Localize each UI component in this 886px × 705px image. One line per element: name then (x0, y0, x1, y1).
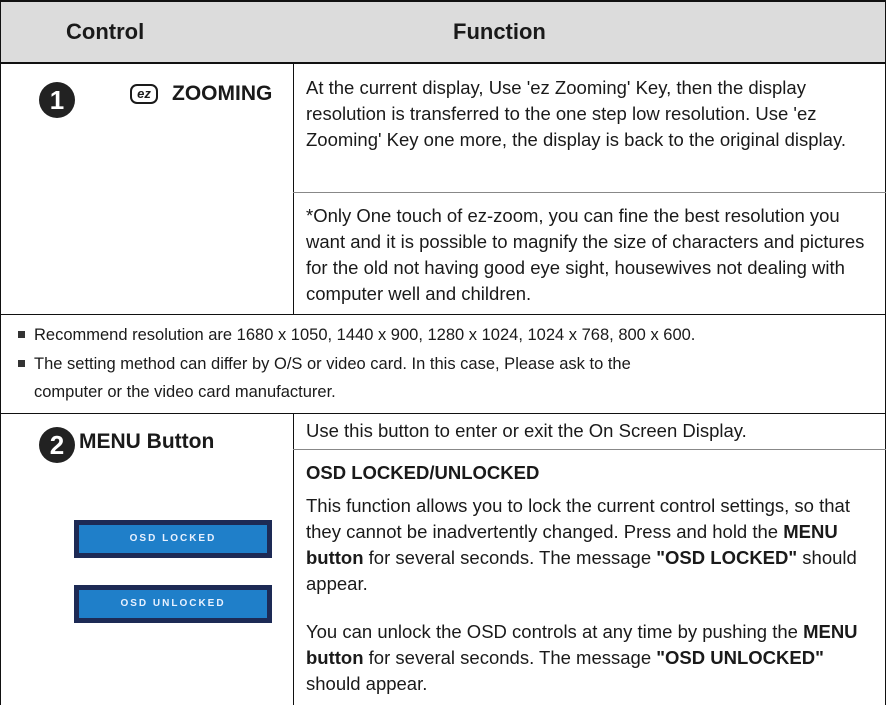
menu-intro: Use this button to enter or exit the On … (306, 420, 747, 441)
header-function: Function (453, 19, 546, 44)
note-setting-method-text: The setting method can differ by O/S or … (34, 355, 631, 373)
osd-lock-paragraph: This function allows you to lock the cur… (306, 495, 857, 594)
osd-locked-display: OSD LOCKED (74, 520, 272, 558)
section-divider (0, 314, 886, 315)
note-setting-method: The setting method can differ by O/S or … (18, 352, 631, 377)
ez-zoom-icon: ez (130, 84, 158, 104)
zoom-note: *Only One touch of ez-zoom, you can fine… (306, 205, 865, 304)
control-menu-button: MENU Button (79, 430, 215, 453)
note-resolution: Recommend resolution are 1680 x 1050, 14… (18, 323, 695, 348)
step-number-2: 2 (39, 427, 75, 463)
notes-divider (0, 413, 886, 414)
step-number-1: 1 (39, 82, 75, 118)
row-divider-1 (293, 192, 886, 193)
control-zooming: ZOOMING (172, 82, 273, 105)
osd-unlock-paragraph: You can unlock the OSD controls at any t… (306, 621, 858, 694)
row-divider-2 (293, 449, 886, 450)
osd-unlocked-display: OSD UNLOCKED (74, 585, 272, 623)
note-setting-method-cont: computer or the video card manufacturer. (34, 383, 336, 401)
header-control: Control (66, 19, 145, 44)
note-resolution-text: Recommend resolution are 1680 x 1050, 14… (34, 326, 696, 344)
column-divider-2 (293, 414, 294, 705)
osd-lock-heading: OSD LOCKED/UNLOCKED (306, 462, 540, 483)
zoom-description: At the current display, Use 'ez Zooming'… (306, 77, 846, 150)
table-header: Control Function (0, 0, 886, 64)
column-divider-1 (293, 64, 294, 315)
left-border (0, 0, 1, 705)
